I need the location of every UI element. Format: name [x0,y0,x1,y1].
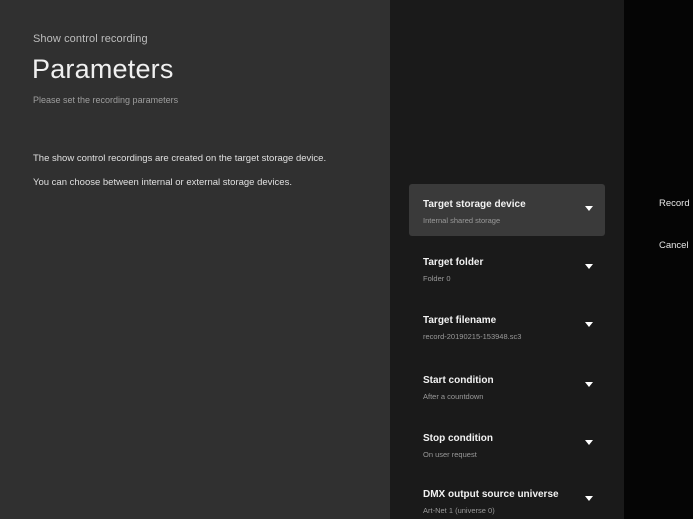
recording-parameters-screen: Show control recording Parameters Please… [0,0,693,519]
param-value: Internal shared storage [423,216,501,225]
chevron-down-icon [585,382,593,387]
param-target-folder[interactable]: Target folder Folder 0 [409,242,605,294]
cancel-button[interactable]: Cancel [659,240,689,251]
param-title: Start condition [423,375,494,386]
param-value: Folder 0 [423,274,451,283]
param-value: After a countdown [423,392,484,401]
chevron-down-icon [585,264,593,269]
param-target-storage-device[interactable]: Target storage device Internal shared st… [409,184,605,236]
param-value: Art-Net 1 (universe 0) [423,506,495,515]
actions-panel: Record Cancel [624,0,693,519]
page-title: Parameters [32,54,174,84]
param-stop-condition[interactable]: Stop condition On user request [409,418,605,470]
param-value: On user request [423,450,477,459]
description-line-2: You can choose between internal or exter… [33,177,292,188]
param-target-filename[interactable]: Target filename record-20190215-153948.s… [409,300,605,352]
param-title: Target storage device [423,199,526,210]
chevron-down-icon [585,206,593,211]
chevron-down-icon [585,322,593,327]
param-title: DMX output source universe [423,489,559,500]
page-subtitle: Please set the recording parameters [33,95,179,105]
param-title: Target folder [423,257,484,268]
parameter-list: Target storage device Internal shared st… [390,0,624,519]
param-start-condition[interactable]: Start condition After a countdown [409,360,605,412]
param-title: Target filename [423,315,497,326]
guidance-panel: Show control recording Parameters Please… [0,0,390,519]
param-value: record-20190215-153948.sc3 [423,332,522,341]
chevron-down-icon [585,440,593,445]
param-dmx-output-source-universe[interactable]: DMX output source universe Art-Net 1 (un… [409,474,605,519]
breadcrumb: Show control recording [33,33,148,45]
description-line-1: The show control recordings are created … [33,153,327,164]
record-button[interactable]: Record [659,198,690,209]
param-title: Stop condition [423,433,493,444]
chevron-down-icon [585,496,593,501]
